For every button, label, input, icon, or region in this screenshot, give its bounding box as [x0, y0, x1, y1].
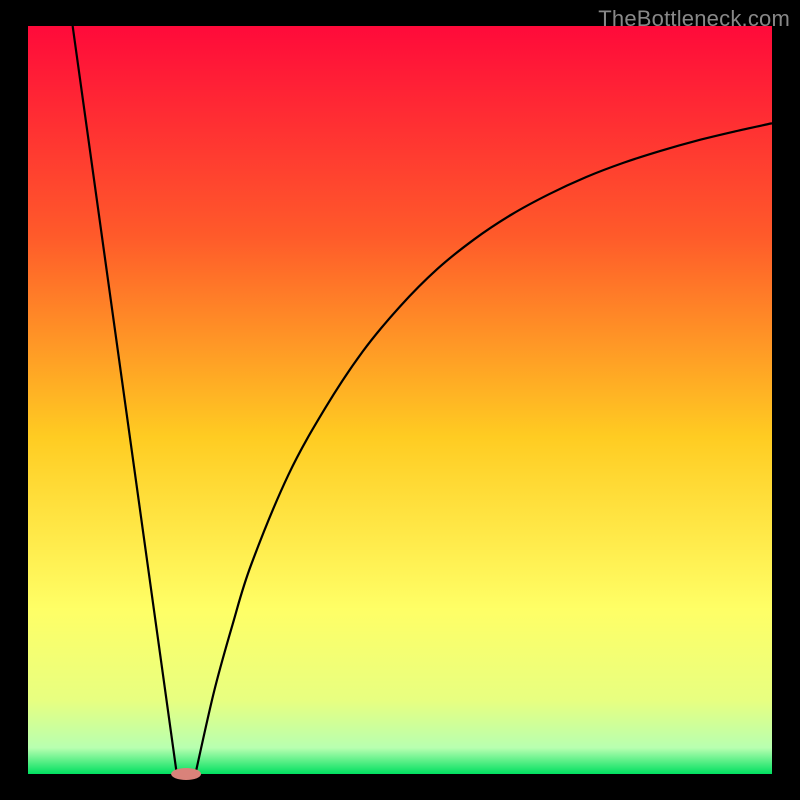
- bottleneck-marker: [171, 768, 201, 780]
- watermark-text: TheBottleneck.com: [598, 6, 790, 32]
- chart-plot-background: [28, 26, 772, 774]
- chart-svg: [0, 0, 800, 800]
- bottleneck-chart: TheBottleneck.com: [0, 0, 800, 800]
